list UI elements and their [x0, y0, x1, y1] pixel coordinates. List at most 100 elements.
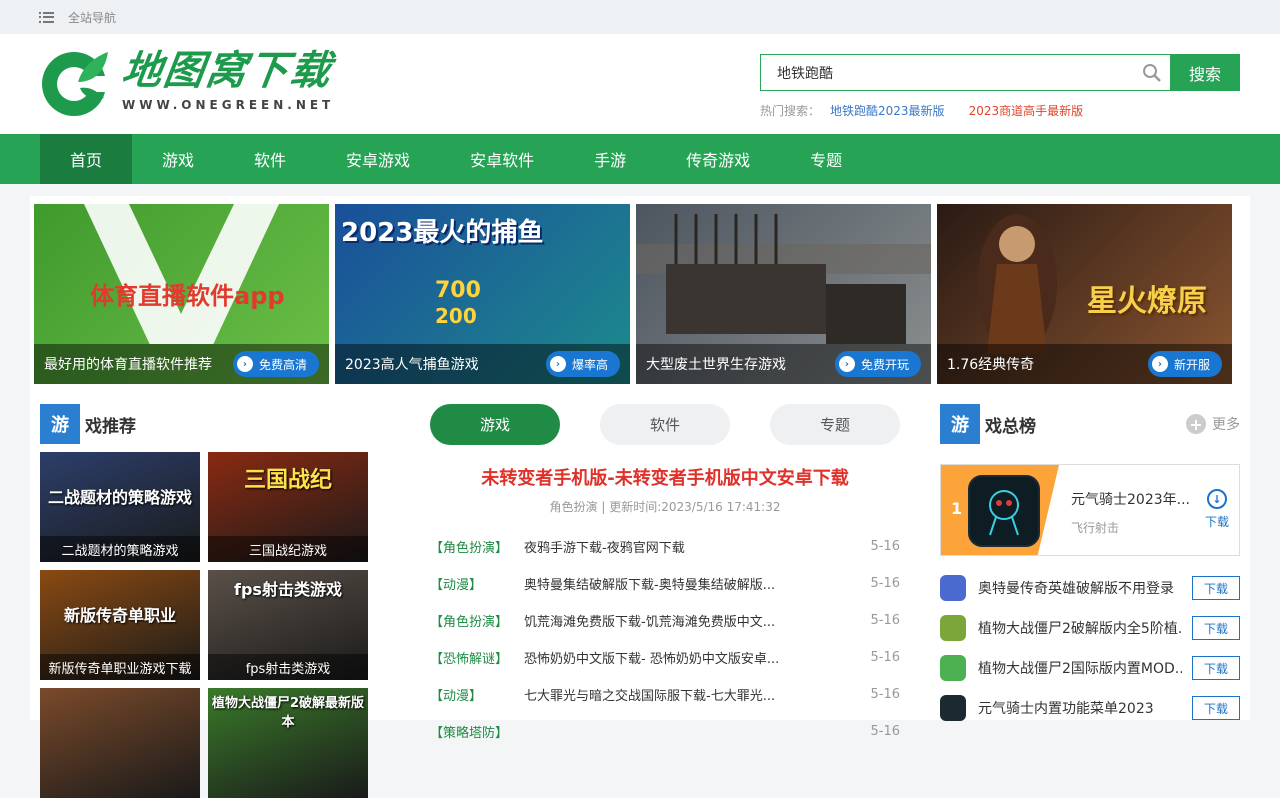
game-card[interactable]: fps射击类游戏 fps射击类游戏 [208, 570, 368, 680]
game-app-icon [940, 695, 966, 721]
tab-topics[interactable]: 专题 [770, 404, 900, 445]
ranking-item[interactable]: 植物大战僵尸2破解版内全5阶植... 下载 [940, 608, 1240, 648]
download-button[interactable]: 下载 [1192, 616, 1240, 640]
news-date: 5-16 [870, 613, 900, 628]
news-row[interactable]: 【策略塔防】 5-16 [430, 713, 900, 750]
menu-icon[interactable] [39, 11, 54, 23]
arrow-right-icon: › [236, 356, 253, 372]
ranking-item-name[interactable]: 植物大战僵尸2国际版内置MOD... [978, 658, 1182, 678]
nav-mobile-games[interactable]: 手游 [564, 134, 656, 184]
tab-software[interactable]: 软件 [600, 404, 730, 445]
banner-overlay-text: 体育直播软件app [90, 282, 285, 310]
more-link[interactable]: + 更多 [1186, 414, 1240, 434]
headline-title[interactable]: 未转变者手机版-未转变者手机版中文安卓下载 [430, 464, 900, 490]
news-title[interactable]: 夜鸦手游下载-夜鸦官网下载 [524, 537, 860, 556]
banner-fishing-games[interactable]: 2023最火的捕鱼 700 200 2023高人气捕鱼游戏 › 爆率高 [335, 204, 630, 384]
banner-tag[interactable]: › 免费开玩 [834, 351, 921, 377]
card-overlay-text: 三国战纪 [243, 468, 332, 493]
news-date: 5-16 [870, 576, 900, 591]
game-card[interactable]: 三国战纪三国战纪游戏 [208, 452, 368, 562]
banner-caption: 大型废土世界生存游戏 [646, 357, 786, 373]
site-logo[interactable]: 地图窝下载 WWW.ONEGREEN.NET [40, 48, 335, 118]
news-category[interactable]: 【策略塔防】 [430, 722, 524, 741]
banner-number-700: 700 [435, 278, 481, 303]
news-row[interactable]: 【恐怖解谜】 恐怖奶奶中文版下载- 恐怖奶奶中文版安卓... 5-16 [430, 639, 900, 676]
plus-icon: + [1186, 414, 1206, 434]
news-row[interactable]: 【角色扮演】 夜鸦手游下载-夜鸦官网下载 5-16 [430, 528, 900, 565]
banner-v-shape [84, 204, 279, 344]
news-title[interactable]: 饥荒海滩免费版下载-饥荒海滩免费版中文... [524, 611, 860, 630]
tab-games[interactable]: 游戏 [430, 404, 560, 445]
section-title-text: 戏推荐 [85, 416, 136, 437]
news-row[interactable]: 【动漫】 奥特曼集结破解版下载-奥特曼集结破解版... 5-16 [430, 565, 900, 602]
search-bar: 地铁跑酷 搜索 [760, 54, 1240, 91]
ranking-item[interactable]: 植物大战僵尸2国际版内置MOD... 下载 [940, 648, 1240, 688]
banner-sports-apps[interactable]: 体育直播软件app 最好用的体育直播软件推荐 › 免费高清 [34, 204, 329, 384]
news-category[interactable]: 【动漫】 [430, 574, 524, 593]
ranking-item-name[interactable]: 植物大战僵尸2破解版内全5阶植... [978, 618, 1182, 638]
game-app-icon [940, 655, 966, 681]
news-title[interactable]: 恐怖奶奶中文版下载- 恐怖奶奶中文版安卓... [524, 648, 860, 667]
nav-legend-games[interactable]: 传奇游戏 [656, 134, 780, 184]
hot-search-link[interactable]: 地铁跑酷2023最新版 [830, 102, 945, 119]
ranking-list: 奥特曼传奇英雄破解版不用登录 下载 植物大战僵尸2破解版内全5阶植... 下载 植物… [940, 568, 1240, 728]
search-icon[interactable] [1142, 63, 1162, 83]
news-category[interactable]: 【恐怖解谜】 [430, 648, 524, 667]
ranking-item-name[interactable]: 奥特曼传奇英雄破解版不用登录 [978, 578, 1182, 598]
game-card[interactable]: 新版传奇单职业 新版传奇单职业游戏下载 [40, 570, 200, 680]
card-label: 二战题材的策略游戏 [40, 536, 200, 562]
logo-domain: WWW.ONEGREEN.NET [122, 98, 335, 112]
card-overlay-text: 植物大战僵尸2破解最新版本 [211, 696, 365, 730]
nav-android-games[interactable]: 安卓游戏 [316, 134, 440, 184]
site-nav-link[interactable]: 全站导航 [68, 9, 116, 26]
game-card[interactable]: 二战题材的策略游戏 二战题材的策略游戏 [40, 452, 200, 562]
download-button[interactable]: 下载 [1192, 576, 1240, 600]
hot-label: 热门搜索： [760, 104, 821, 118]
game-app-icon [968, 475, 1040, 547]
top-game-download[interactable]: ↓ 下载 [1205, 489, 1229, 530]
news-list: 【角色扮演】 夜鸦手游下载-夜鸦官网下载 5-16 【动漫】 奥特曼集结破解版下载-奥… [430, 528, 900, 750]
banner-wasteland-game[interactable]: 大型废土世界生存游戏 › 免费开玩 [636, 204, 931, 384]
nav-games[interactable]: 游戏 [132, 134, 224, 184]
arrow-right-icon: › [838, 356, 855, 372]
top-game-category: 飞行射击 [1071, 521, 1120, 535]
headline: 未转变者手机版-未转变者手机版中文安卓下载 角色扮演 | 更新时间:2023/5… [430, 464, 900, 515]
banner-number-200: 200 [435, 304, 477, 328]
banner-tag[interactable]: › 免费高清 [232, 351, 319, 377]
news-category[interactable]: 【角色扮演】 [430, 611, 524, 630]
game-card[interactable]: 植物大战僵尸2破解最新版本 [208, 688, 368, 798]
download-button[interactable]: 下载 [1192, 696, 1240, 720]
news-row[interactable]: 【动漫】 七大罪光与暗之交战国际服下载-七大罪光... 5-16 [430, 676, 900, 713]
section-title-game-recommend: 游 戏推荐 [40, 404, 136, 444]
banner-legend-game[interactable]: 星火燎原 1.76经典传奇 › 新开服 [937, 204, 1232, 384]
top-game-name[interactable]: 元气骑士2023年... [1071, 489, 1191, 509]
nav-home[interactable]: 首页 [40, 134, 133, 184]
nav-software[interactable]: 软件 [224, 134, 316, 184]
ranking-item-name[interactable]: 元气骑士内置功能菜单2023 [978, 698, 1182, 718]
banner-row: 体育直播软件app 最好用的体育直播软件推荐 › 免费高清 2023最火的捕鱼 70… [34, 204, 1232, 384]
news-title[interactable]: 奥特曼集结破解版下载-奥特曼集结破解版... [524, 574, 860, 593]
top-ranked-game[interactable]: 1 元气骑士2023年... 飞行射击 ↓ 下载 [940, 464, 1240, 556]
card-label: 三国战纪游戏 [208, 536, 368, 562]
banner-overlay-text: 2023最火的捕鱼 [341, 218, 544, 248]
header: 地图窝下载 WWW.ONEGREEN.NET 地铁跑酷 搜索 热门搜索： 地铁跑… [0, 34, 1280, 134]
news-category[interactable]: 【动漫】 [430, 685, 524, 704]
hot-search-link[interactable]: 2023商道高手最新版 [969, 102, 1084, 119]
banner-tag[interactable]: › 新开服 [1147, 351, 1222, 377]
ranking-item[interactable]: 奥特曼传奇英雄破解版不用登录 下载 [940, 568, 1240, 608]
banner-tag[interactable]: › 爆率高 [545, 351, 620, 377]
banner-caption: 1.76经典传奇 [947, 357, 1035, 373]
ranking-item[interactable]: 元气骑士内置功能菜单2023 下载 [940, 688, 1240, 728]
download-button[interactable]: 下载 [1192, 656, 1240, 680]
search-input[interactable]: 地铁跑酷 [760, 54, 1170, 91]
game-card[interactable] [40, 688, 200, 798]
logo-leaf-icon [40, 48, 110, 118]
news-row[interactable]: 【角色扮演】 饥荒海滩免费版下载-饥荒海滩免费版中文... 5-16 [430, 602, 900, 639]
banner-caption: 2023高人气捕鱼游戏 [345, 357, 479, 373]
news-category[interactable]: 【角色扮演】 [430, 537, 524, 556]
nav-android-software[interactable]: 安卓软件 [440, 134, 564, 184]
banner-caption: 最好用的体育直播软件推荐 [44, 357, 212, 373]
nav-topics[interactable]: 专题 [780, 134, 872, 184]
news-title[interactable]: 七大罪光与暗之交战国际服下载-七大罪光... [524, 685, 860, 704]
search-button[interactable]: 搜索 [1170, 54, 1240, 91]
